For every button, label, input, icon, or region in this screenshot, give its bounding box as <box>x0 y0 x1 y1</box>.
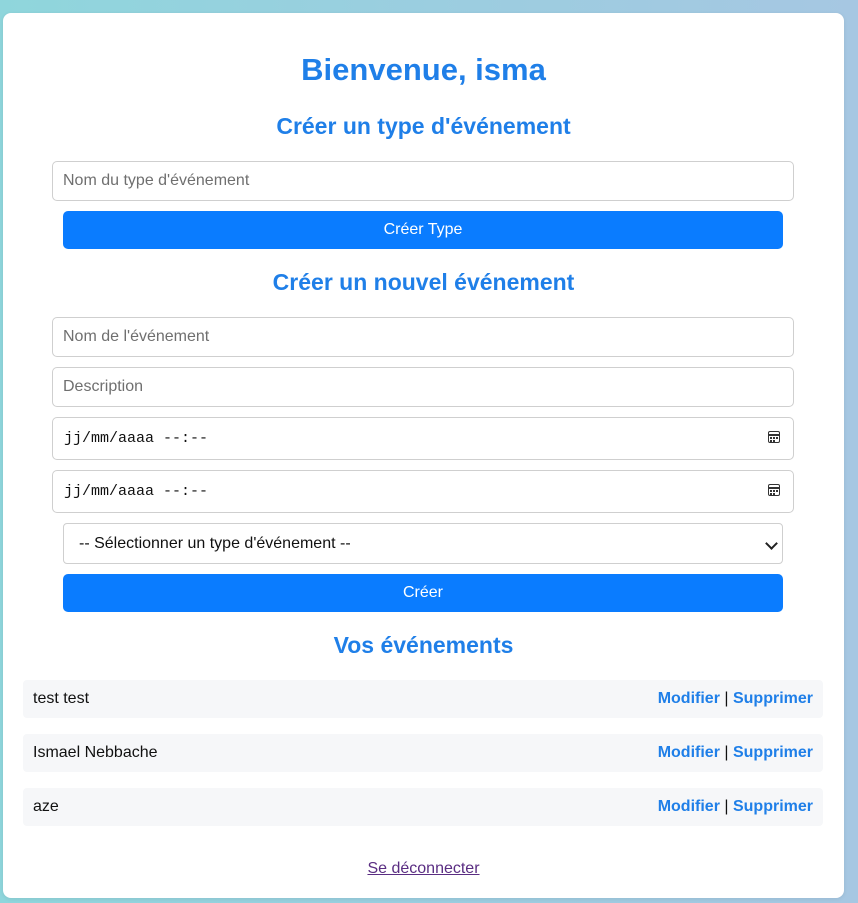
event-actions: Modifier | Supprimer <box>658 798 813 816</box>
event-description-input[interactable] <box>52 367 794 407</box>
event-name: Ismael Nebbache <box>33 744 158 761</box>
create-event-button[interactable]: Créer <box>63 574 783 612</box>
event-type-select-value: -- Sélectionner un type d'événement -- <box>79 535 351 552</box>
create-type-title: Créer un type d'événement <box>276 113 571 139</box>
type-name-input[interactable] <box>52 161 794 201</box>
edit-link[interactable]: Modifier <box>658 798 720 815</box>
logout-link[interactable]: Se déconnecter <box>367 860 479 877</box>
event-name: test test <box>33 690 90 707</box>
edit-link[interactable]: Modifier <box>658 690 720 707</box>
event-name: aze <box>33 798 59 815</box>
list-item: Ismael Nebbache Modifier | Supprimer <box>23 734 823 772</box>
create-event-title: Créer un nouvel événement <box>272 269 575 295</box>
logout-container: Se déconnecter <box>3 860 844 878</box>
separator: | <box>724 798 729 815</box>
end-datetime-value: jj/mm/aaaa --:-- <box>64 483 209 500</box>
separator: | <box>724 690 729 707</box>
start-datetime-value: jj/mm/aaaa --:-- <box>64 430 209 447</box>
event-actions: Modifier | Supprimer <box>658 690 813 708</box>
separator: | <box>724 744 729 761</box>
delete-link[interactable]: Supprimer <box>733 744 813 761</box>
create-type-button[interactable]: Créer Type <box>63 211 783 249</box>
end-datetime-input[interactable]: jj/mm/aaaa --:-- <box>52 470 794 513</box>
event-type-select[interactable]: -- Sélectionner un type d'événement -- <box>63 523 783 564</box>
edit-link[interactable]: Modifier <box>658 744 720 761</box>
calendar-icon[interactable] <box>768 431 780 443</box>
list-item: test test Modifier | Supprimer <box>23 680 823 718</box>
main-card: Bienvenue, isma Créer un type d'événemen… <box>3 13 844 898</box>
delete-link[interactable]: Supprimer <box>733 690 813 707</box>
event-actions: Modifier | Supprimer <box>658 744 813 762</box>
calendar-icon[interactable] <box>768 484 780 496</box>
list-item: aze Modifier | Supprimer <box>23 788 823 826</box>
start-datetime-input[interactable]: jj/mm/aaaa --:-- <box>52 417 794 460</box>
chevron-down-icon <box>765 537 778 550</box>
delete-link[interactable]: Supprimer <box>733 798 813 815</box>
events-list-title: Vos événements <box>333 632 514 658</box>
event-name-input[interactable] <box>52 317 794 357</box>
welcome-title: Bienvenue, isma <box>301 52 546 87</box>
